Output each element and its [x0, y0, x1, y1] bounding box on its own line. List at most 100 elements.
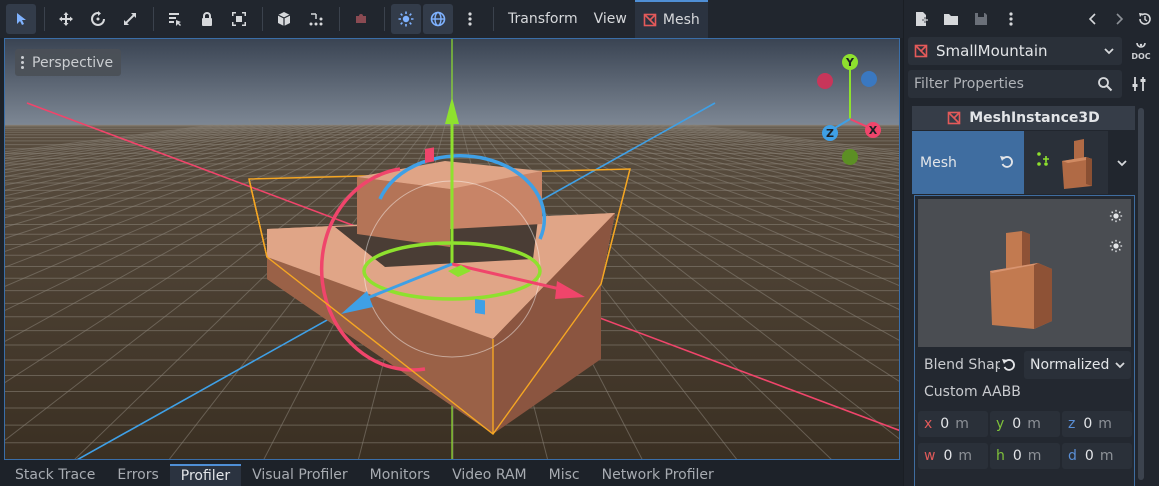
- history-back-button[interactable]: [1078, 4, 1108, 34]
- gizmo-z-label: Z: [826, 127, 834, 140]
- chevron-down-icon: [1104, 48, 1114, 55]
- open-resource-button[interactable]: [936, 4, 966, 34]
- blend-shape-mode-select[interactable]: Normalized: [1024, 351, 1131, 379]
- tab-visual-profiler[interactable]: Visual Profiler: [241, 464, 359, 486]
- history-button[interactable]: [1130, 4, 1159, 34]
- aabb-d-field[interactable]: d 0 m: [1062, 443, 1132, 469]
- aabb-h-field[interactable]: h 0 m: [990, 443, 1060, 469]
- move-mode-button[interactable]: [51, 4, 81, 34]
- sun-icon: [398, 11, 414, 27]
- folder-icon: [944, 14, 958, 25]
- resource-options-button[interactable]: [996, 4, 1026, 34]
- aabb-z-value: 0: [1083, 416, 1093, 432]
- chevron-right-icon: [1116, 13, 1124, 25]
- meshinstance3d-section-header[interactable]: MeshInstance3D: [912, 106, 1135, 130]
- globe-icon: [430, 11, 446, 27]
- aabb-h-axis: h: [996, 448, 1005, 464]
- gizmo-y-label: Y: [845, 56, 855, 69]
- tab-network-profiler[interactable]: Network Profiler: [591, 464, 725, 486]
- tools-icon[interactable]: [1130, 75, 1148, 93]
- open-docs-button[interactable]: DOC: [1126, 38, 1156, 64]
- cursor-icon: [17, 13, 26, 25]
- inspector-scrollbar[interactable]: [1138, 108, 1144, 480]
- tab-video-ram[interactable]: Video RAM: [441, 464, 538, 486]
- kebab-menu-icon: [1009, 12, 1013, 26]
- object-selector[interactable]: SmallMountain: [908, 37, 1122, 65]
- viewport-scene[interactable]: Y X Z: [5, 39, 900, 460]
- aabb-h-value: 0: [1012, 448, 1022, 464]
- puzzle-icon: [356, 14, 366, 23]
- aabb-x-value: 0: [940, 416, 950, 432]
- tab-stack-trace[interactable]: Stack Trace: [4, 464, 106, 486]
- doc-label: DOC: [1131, 51, 1151, 61]
- sun-preview-button[interactable]: [391, 4, 421, 34]
- history-forward-button[interactable]: [1108, 4, 1130, 34]
- toolbar-separator: [493, 7, 494, 31]
- kebab-menu-icon: [21, 56, 24, 69]
- new-file-icon: [916, 12, 928, 26]
- revert-icon[interactable]: [999, 154, 1015, 170]
- mesh-preview[interactable]: [918, 199, 1131, 347]
- emulate-button[interactable]: [346, 4, 376, 34]
- blend-shape-mode-row: Blend Shap Normalized: [915, 351, 1134, 379]
- scrollbar-thumb[interactable]: [1138, 108, 1144, 480]
- tab-monitors[interactable]: Monitors: [359, 464, 442, 486]
- list-select-button[interactable]: [160, 4, 190, 34]
- save-resource-button[interactable]: [966, 4, 996, 34]
- gizmo-x-label: X: [869, 124, 878, 137]
- search-icon: [1098, 77, 1113, 92]
- light-1-icon[interactable]: [1109, 209, 1123, 223]
- aabb-y-axis: y: [996, 416, 1005, 432]
- mesh-instance-icon: [643, 13, 657, 27]
- aabb-d-axis: d: [1068, 448, 1077, 464]
- aabb-x-field[interactable]: x 0 m: [918, 411, 988, 437]
- light-2-icon[interactable]: [1109, 239, 1123, 253]
- 3d-viewport[interactable]: Y X Z Perspective: [4, 38, 900, 460]
- mesh-dropdown-button[interactable]: [1108, 131, 1135, 194]
- aabb-y-value: 0: [1012, 416, 1022, 432]
- scale-icon: [124, 13, 136, 25]
- select-mode-button[interactable]: [6, 4, 36, 34]
- snap-button[interactable]: [301, 4, 331, 34]
- section-title: MeshInstance3D: [969, 110, 1100, 126]
- kebab-menu-icon: [468, 12, 472, 26]
- aabb-x-axis: x: [924, 416, 933, 432]
- gizmo-neg-z[interactable]: [861, 71, 877, 87]
- scale-mode-button[interactable]: [115, 4, 145, 34]
- aabb-w-field[interactable]: w 0 m: [918, 443, 988, 469]
- tab-errors[interactable]: Errors: [106, 464, 169, 486]
- transform-menu[interactable]: Transform: [500, 0, 586, 38]
- aabb-y-field[interactable]: y 0 m: [990, 411, 1060, 437]
- perspective-menu-button[interactable]: Perspective: [15, 49, 122, 76]
- toolbar-separator: [153, 7, 154, 31]
- lock-button[interactable]: [192, 4, 222, 34]
- toolbar-separator: [384, 7, 385, 31]
- gizmo-neg-y[interactable]: [842, 149, 858, 165]
- view-menu[interactable]: View: [586, 0, 635, 38]
- local-space-button[interactable]: [269, 4, 299, 34]
- new-resource-button[interactable]: [906, 4, 936, 34]
- godot-editor: Transform View Mesh Y X Z Perspective St…: [0, 0, 1159, 486]
- rotate-icon: [91, 11, 105, 26]
- gizmo-neg-x[interactable]: [817, 73, 833, 89]
- rotate-mode-button[interactable]: [83, 4, 113, 34]
- mesh-property: Mesh: [912, 131, 1135, 194]
- viewport-toolbar: Transform View Mesh: [0, 0, 903, 38]
- group-icon: [232, 12, 246, 26]
- tab-misc[interactable]: Misc: [538, 464, 591, 486]
- tab-profiler[interactable]: Profiler: [169, 464, 242, 486]
- aabb-h-unit: m: [1027, 448, 1042, 464]
- preview-options-button[interactable]: [455, 4, 485, 34]
- mesh-menu-label: Mesh: [662, 12, 700, 28]
- aabb-z-field[interactable]: z 0 m: [1062, 411, 1132, 437]
- group-button[interactable]: [224, 4, 254, 34]
- aabb-z-axis: z: [1068, 416, 1076, 432]
- mesh-subresource-panel: Blend Shap Normalized Custom AABB x 0 m …: [914, 195, 1135, 486]
- toolbar-separator: [339, 7, 340, 31]
- mesh-resource-picker[interactable]: [1024, 131, 1108, 194]
- mesh-menu[interactable]: Mesh: [634, 0, 708, 38]
- object-name: SmallMountain: [936, 42, 1048, 60]
- filter-properties-input[interactable]: [908, 70, 1122, 98]
- environment-preview-button[interactable]: [423, 4, 453, 34]
- revert-icon[interactable]: [1001, 357, 1017, 373]
